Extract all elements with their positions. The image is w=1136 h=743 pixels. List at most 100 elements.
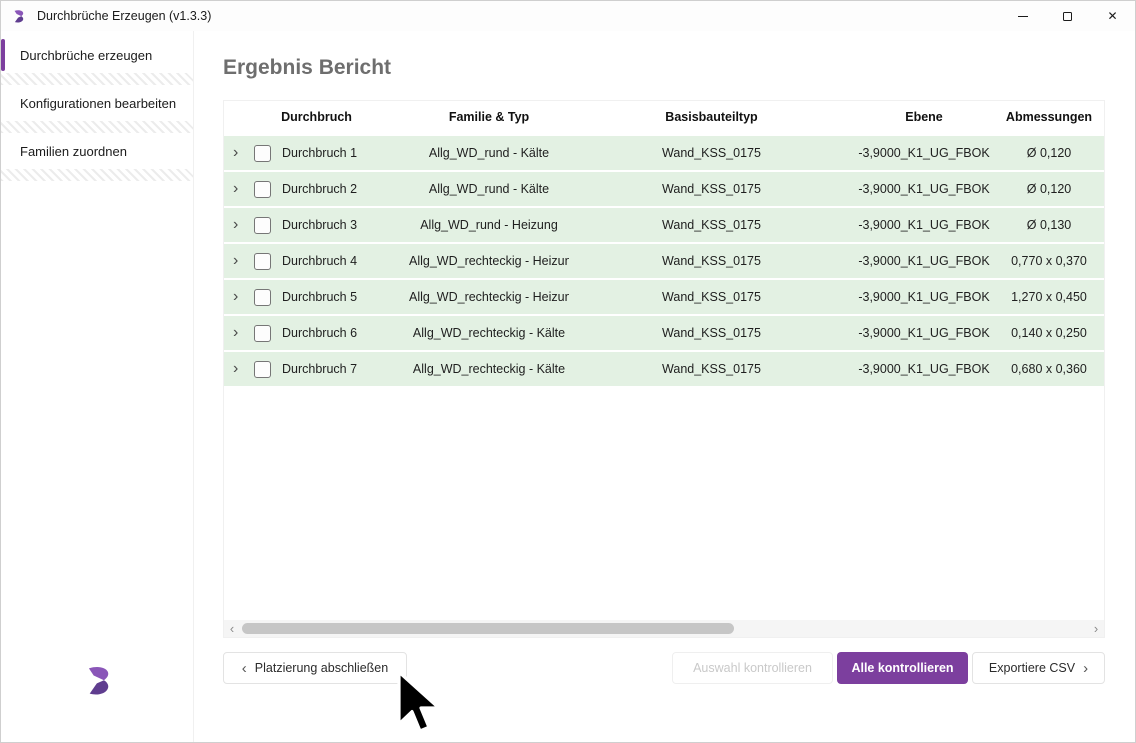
row-label: Durchbruch 1 xyxy=(282,146,357,160)
app-logo-icon xyxy=(11,8,28,25)
cell-abmessungen: 0,680 x 0,360 xyxy=(994,362,1104,376)
table-body: ›Durchbruch 1Allg_WD_rund - KälteWand_KS… xyxy=(224,136,1104,386)
row-label: Durchbruch 7 xyxy=(282,362,357,376)
sidebar-item-label: Konfigurationen bearbeiten xyxy=(20,96,176,111)
app-window: Durchbrüche Erzeugen (v1.3.3) ✕ Durchbrü… xyxy=(0,0,1136,743)
cell-abmessungen: Ø 0,130 xyxy=(994,218,1104,232)
cell-durchbruch: › Durchbruch 6 xyxy=(224,325,409,342)
row-checkbox[interactable] xyxy=(254,253,271,270)
cell-basisbauteiltyp: Wand_KSS_0175 xyxy=(569,326,854,340)
table-header-row: Durchbruch Familie & Typ Basisbauteiltyp… xyxy=(224,101,1104,133)
sidebar: Durchbrüche erzeugen Konfigurationen bea… xyxy=(1,31,194,742)
finish-placement-label: Platzierung abschließen xyxy=(255,661,388,675)
cell-familie-typ: Allg_WD_rechteckig - Kälte xyxy=(409,362,569,376)
row-label: Durchbruch 6 xyxy=(282,326,357,340)
cell-ebene: -3,9000_K1_UG_FBOK xyxy=(854,146,994,160)
cell-abmessungen: 0,140 x 0,250 xyxy=(994,326,1104,340)
row-expander-icon[interactable]: › xyxy=(233,325,248,341)
row-label: Durchbruch 2 xyxy=(282,182,357,196)
table-row: › Durchbruch 2 Allg_WD_rund - KälteWand_KS… xyxy=(224,172,1104,206)
maximize-button[interactable] xyxy=(1045,1,1090,31)
row-checkbox[interactable] xyxy=(254,325,271,342)
page-title: Ergebnis Bericht xyxy=(223,56,391,80)
row-expander-icon[interactable]: › xyxy=(233,361,248,377)
cell-durchbruch: › Durchbruch 4 xyxy=(224,253,409,270)
row-checkbox[interactable] xyxy=(254,361,271,378)
row-label: Durchbruch 4 xyxy=(282,254,357,268)
cell-basisbauteiltyp: Wand_KSS_0175 xyxy=(569,146,854,160)
row-checkbox[interactable] xyxy=(254,145,271,162)
cell-familie-typ: Allg_WD_rund - Kälte xyxy=(409,146,569,160)
cell-familie-typ: Allg_WD_rund - Kälte xyxy=(409,182,569,196)
cell-familie-typ: Allg_WD_rechteckig - Heizung_S... xyxy=(409,254,569,268)
sidebar-item-label: Familien zuordnen xyxy=(20,144,127,159)
cell-ebene: -3,9000_K1_UG_FBOK xyxy=(854,362,994,376)
sidebar-item-familien-zuordnen[interactable]: Familien zuordnen xyxy=(1,133,193,169)
cell-abmessungen: Ø 0,120 xyxy=(994,182,1104,196)
cell-ebene: -3,9000_K1_UG_FBOK xyxy=(854,326,994,340)
cell-basisbauteiltyp: Wand_KSS_0175 xyxy=(569,290,854,304)
column-header-durchbruch: Durchbruch xyxy=(224,110,409,124)
scroll-left-icon[interactable]: ‹ xyxy=(224,620,240,637)
check-all-label: Alle kontrollieren xyxy=(851,661,953,675)
row-label: Durchbruch 3 xyxy=(282,218,357,232)
row-checkbox[interactable] xyxy=(254,289,271,306)
export-csv-label: Exportiere CSV xyxy=(989,661,1075,675)
export-csv-button[interactable]: Exportiere CSV › xyxy=(972,652,1105,684)
cell-basisbauteiltyp: Wand_KSS_0175 xyxy=(569,182,854,196)
table-row: › Durchbruch 4 Allg_WD_rechteckig - Heizun… xyxy=(224,244,1104,278)
horizontal-scrollbar[interactable]: ‹ › xyxy=(224,620,1104,637)
row-label: Durchbruch 5 xyxy=(282,290,357,304)
check-all-button[interactable]: Alle kontrollieren xyxy=(837,652,968,684)
cell-durchbruch: › Durchbruch 2 xyxy=(224,181,409,198)
titlebar: Durchbrüche Erzeugen (v1.3.3) ✕ xyxy=(1,1,1135,31)
chevron-right-icon: › xyxy=(1083,661,1088,676)
chevron-left-icon: ‹ xyxy=(242,661,247,676)
cell-familie-typ: Allg_WD_rechteckig - Heizung_K... xyxy=(409,290,569,304)
check-selection-button[interactable]: Auswahl kontrollieren xyxy=(672,652,833,684)
row-expander-icon[interactable]: › xyxy=(233,289,248,305)
minimize-button[interactable] xyxy=(1000,1,1045,31)
close-icon: ✕ xyxy=(1107,10,1117,22)
cell-ebene: -3,9000_K1_UG_FBOK xyxy=(854,218,994,232)
cell-abmessungen: Ø 0,120 xyxy=(994,146,1104,160)
scrollbar-thumb[interactable] xyxy=(242,623,734,634)
sidebar-stripe-divider xyxy=(1,121,193,133)
cell-durchbruch: › Durchbruch 3 xyxy=(224,217,409,234)
minimize-icon xyxy=(1018,16,1028,17)
row-expander-icon[interactable]: › xyxy=(233,145,248,161)
row-checkbox[interactable] xyxy=(254,181,271,198)
row-expander-icon[interactable]: › xyxy=(233,181,248,197)
sidebar-item-konfigurationen-bearbeiten[interactable]: Konfigurationen bearbeiten xyxy=(1,85,193,121)
sidebar-menu: Durchbrüche erzeugen Konfigurationen bea… xyxy=(1,37,193,181)
table-row: › Durchbruch 5 Allg_WD_rechteckig - Heizun… xyxy=(224,280,1104,314)
cell-ebene: -3,9000_K1_UG_FBOK xyxy=(854,182,994,196)
result-table: Durchbruch Familie & Typ Basisbauteiltyp… xyxy=(223,100,1105,638)
maximize-icon xyxy=(1063,12,1072,21)
cell-abmessungen: 0,770 x 0,370 xyxy=(994,254,1104,268)
column-header-ebene: Ebene xyxy=(854,110,994,124)
scroll-right-icon[interactable]: › xyxy=(1088,620,1104,637)
table-row: › Durchbruch 6 Allg_WD_rechteckig - KälteW… xyxy=(224,316,1104,350)
cell-durchbruch: › Durchbruch 1 xyxy=(224,145,409,162)
table-row: › Durchbruch 1 Allg_WD_rund - KälteWand_KS… xyxy=(224,136,1104,170)
window-title: Durchbrüche Erzeugen (v1.3.3) xyxy=(37,9,211,23)
column-header-abmessungen: Abmessungen xyxy=(994,110,1104,124)
check-selection-label: Auswahl kontrollieren xyxy=(693,661,812,675)
sidebar-item-durchbrueche-erzeugen[interactable]: Durchbrüche erzeugen xyxy=(1,37,193,73)
cell-ebene: -3,9000_K1_UG_FBOK xyxy=(854,254,994,268)
cell-durchbruch: › Durchbruch 5 xyxy=(224,289,409,306)
sidebar-item-label: Durchbrüche erzeugen xyxy=(20,48,152,63)
sidebar-stripe-divider xyxy=(1,169,193,181)
cell-familie-typ: Allg_WD_rechteckig - Kälte xyxy=(409,326,569,340)
row-checkbox[interactable] xyxy=(254,217,271,234)
app-logo-large-icon xyxy=(81,662,119,700)
cell-ebene: -3,9000_K1_UG_FBOK xyxy=(854,290,994,304)
column-header-basisbauteiltyp: Basisbauteiltyp xyxy=(569,110,854,124)
finish-placement-button[interactable]: ‹ Platzierung abschließen xyxy=(223,652,407,684)
column-header-familie-typ: Familie & Typ xyxy=(409,110,569,124)
close-button[interactable]: ✕ xyxy=(1090,1,1135,31)
row-expander-icon[interactable]: › xyxy=(233,217,248,233)
cell-familie-typ: Allg_WD_rund - Heizung xyxy=(409,218,569,232)
row-expander-icon[interactable]: › xyxy=(233,253,248,269)
